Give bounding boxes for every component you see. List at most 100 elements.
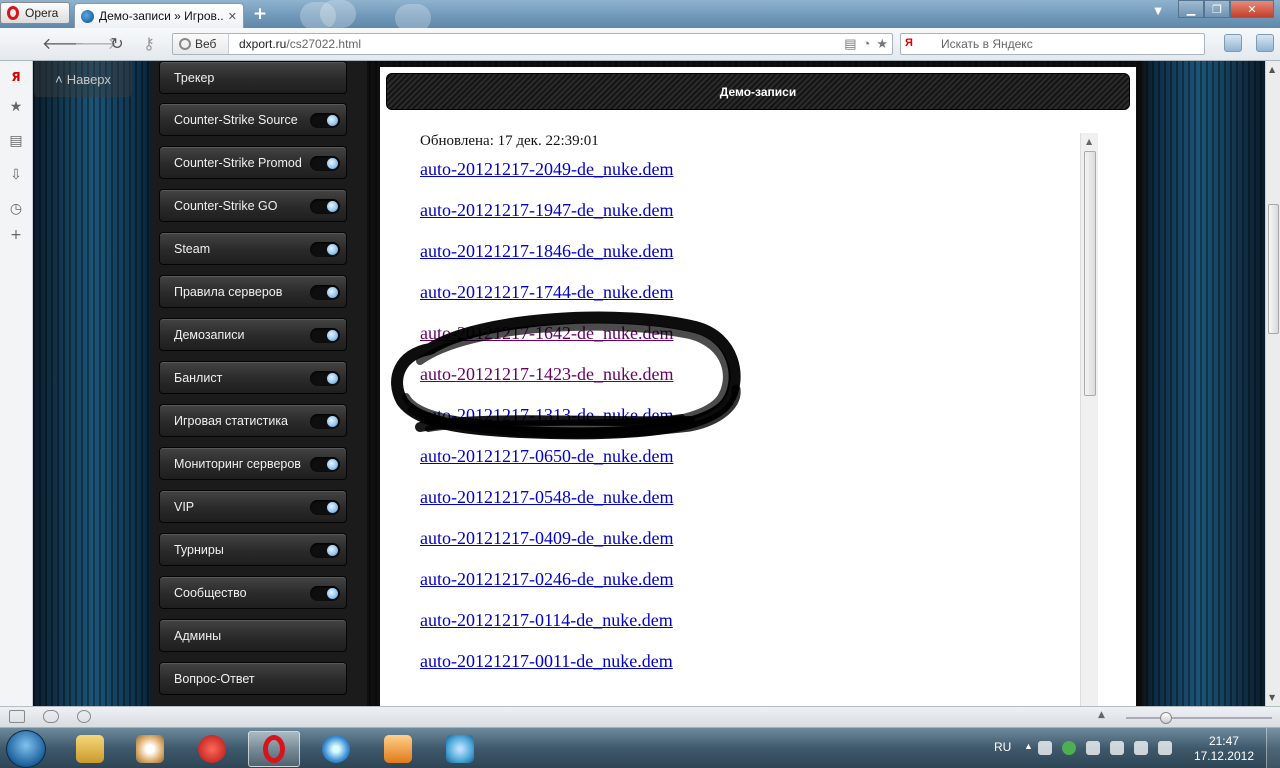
yandex-panel-icon[interactable]: Я [8, 69, 24, 85]
expand-toggle-icon[interactable] [310, 543, 340, 558]
demo-link[interactable]: auto-20121217-0114-de_nuke.dem [420, 608, 673, 649]
demo-link[interactable]: auto-20121217-1744-de_nuke.dem [420, 280, 673, 321]
paint-app[interactable] [124, 731, 176, 767]
menu-item-css[interactable]: Counter-Strike Source [159, 103, 347, 136]
menu-item-faq[interactable]: Вопрос-Ответ [159, 662, 347, 695]
flag-icon[interactable] [1086, 741, 1100, 755]
antivirus-app[interactable] [186, 731, 238, 767]
page-scrollbar-thumb[interactable] [1268, 204, 1279, 334]
url-path: /cs27022.html [286, 37, 362, 51]
expand-toggle-icon[interactable] [310, 371, 340, 386]
page-scrollbar[interactable]: ▲ ▼ [1265, 61, 1280, 706]
key-icon[interactable]: ⚷ [138, 34, 160, 54]
rss-icon[interactable]: ◔ [862, 36, 870, 52]
media-player-app[interactable] [372, 731, 424, 767]
menu-item-demos[interactable]: Демозаписи [159, 318, 347, 351]
notes-icon[interactable]: ▤ [844, 36, 856, 52]
expand-toggle-icon[interactable] [310, 500, 340, 515]
start-button[interactable] [6, 730, 46, 768]
bookmark-star-icon[interactable]: ★ [876, 36, 888, 52]
reload-icon[interactable]: ↻ [106, 34, 128, 54]
notes-panel-icon[interactable]: ▤ [8, 133, 24, 149]
demo-link[interactable]: auto-20121217-1947-de_nuke.dem [420, 198, 673, 239]
opera-app[interactable] [248, 731, 300, 767]
close-window-button[interactable]: ✕ [1230, 0, 1274, 18]
tab-list-chevron-icon[interactable]: ▼ [1154, 6, 1162, 17]
back-arrow-icon[interactable]: 🡐 [42, 34, 85, 54]
expand-toggle-icon[interactable] [310, 328, 340, 343]
scroll-up-arrow-icon[interactable]: ▲ [1086, 137, 1092, 146]
expand-toggle-icon[interactable] [310, 113, 340, 128]
expand-toggle-icon[interactable] [310, 199, 340, 214]
menu-item-cs-promod[interactable]: Counter-Strike Promod [159, 146, 347, 179]
history-clock-icon[interactable]: ◷ [8, 201, 24, 217]
maximize-button[interactable]: ❐ [1204, 0, 1230, 18]
menu-item-steam[interactable]: Steam [159, 232, 347, 265]
menu-item-tracker[interactable]: Трекер [159, 61, 347, 94]
device-tray-icon[interactable] [1134, 741, 1148, 755]
demo-link[interactable]: auto-20121217-0409-de_nuke.dem [420, 526, 673, 567]
expand-toggle-icon[interactable] [310, 586, 340, 601]
volume-icon[interactable] [1158, 741, 1172, 755]
page-title: Демо-записи [386, 73, 1130, 110]
menu-item-cs-go[interactable]: Counter-Strike GO [159, 189, 347, 222]
menu-item-vip[interactable]: VIP [159, 490, 347, 523]
new-tab-button[interactable]: + [250, 5, 270, 23]
show-desktop-button[interactable] [1266, 728, 1280, 768]
demo-link[interactable]: auto-20121217-0650-de_nuke.dem [420, 444, 673, 485]
network-tray-icon[interactable] [1110, 741, 1124, 755]
menu-item-tournaments[interactable]: Турниры [159, 533, 347, 566]
view-options-icon[interactable]: ▲ [1098, 710, 1105, 720]
menu-item-server-rules[interactable]: Правила серверов [159, 275, 347, 308]
address-field[interactable]: Веб dxport.ru/cs27022.html ▤ ◔ ★ [172, 33, 893, 55]
turbo-cloud-icon[interactable] [43, 710, 59, 723]
panel-toggle-icon[interactable] [9, 710, 25, 723]
menu-item-admins[interactable]: Админы [159, 619, 347, 652]
scroll-top-button[interactable]: ˄ Наверх [34, 61, 132, 97]
scroll-down-arrow-icon[interactable]: ▼ [1269, 693, 1275, 702]
demo-link[interactable]: auto-20121217-0246-de_nuke.dem [420, 567, 673, 608]
demo-link-visited[interactable]: auto-20121217-1423-de_nuke.dem [420, 362, 673, 403]
page-panel-icon[interactable] [1224, 34, 1242, 52]
list-scrollbar-thumb[interactable] [1084, 151, 1096, 396]
language-indicator[interactable]: RU [994, 740, 1011, 754]
menu-item-community[interactable]: Сообщество [159, 576, 347, 609]
menu-item-server-monitoring[interactable]: Мониторинг серверов [159, 447, 347, 480]
list-scrollbar[interactable]: ▲ [1080, 133, 1098, 706]
demo-link[interactable]: auto-20121217-1846-de_nuke.dem [420, 239, 673, 280]
browser-app[interactable] [310, 731, 362, 767]
minimize-button[interactable]: ▁ [1178, 0, 1204, 18]
network-app[interactable] [434, 731, 486, 767]
tab-close-icon[interactable]: ✕ [228, 10, 237, 23]
expand-toggle-icon[interactable] [310, 457, 340, 472]
expand-toggle-icon[interactable] [310, 414, 340, 429]
speed-dial-icon[interactable] [77, 710, 91, 723]
yandex-engine-icon[interactable]: Я [905, 37, 931, 51]
explorer-app[interactable] [64, 731, 116, 767]
add-panel-icon[interactable]: + [8, 227, 24, 243]
status-tray-icon[interactable] [1062, 741, 1076, 755]
zoom-slider-knob[interactable] [1160, 712, 1172, 724]
demo-link-visited[interactable]: auto-20121217-1642-de_nuke.dem [420, 321, 673, 362]
downloads-icon[interactable]: ⇩ [8, 167, 24, 183]
scroll-up-arrow-icon[interactable]: ▲ [1269, 65, 1275, 74]
site-info-badge[interactable]: Веб [173, 34, 229, 54]
demo-link[interactable]: auto-20121217-2049-de_nuke.dem [420, 157, 673, 198]
demo-link[interactable]: auto-20121217-1313-de_nuke.dem [420, 403, 673, 444]
zoom-slider[interactable] [1126, 717, 1272, 719]
steam-tray-icon[interactable] [1038, 741, 1052, 755]
expand-toggle-icon[interactable] [310, 285, 340, 300]
mail-icon[interactable] [1256, 34, 1274, 52]
clock[interactable]: 21:47 17.12.2012 [1194, 734, 1254, 764]
menu-item-banlist[interactable]: Банлист [159, 361, 347, 394]
forward-arrow-icon[interactable]: 🡒 [74, 34, 117, 54]
tab-active[interactable]: Демо-записи » Игров... ✕ [74, 3, 244, 28]
menu-item-game-stats[interactable]: Игровая статистика [159, 404, 347, 437]
demo-link[interactable]: auto-20121217-0011-de_nuke.dem [420, 649, 673, 690]
search-field[interactable]: Я Искать в Яндекс [900, 33, 1205, 55]
demo-link[interactable]: auto-20121217-0548-de_nuke.dem [420, 485, 673, 526]
expand-toggle-icon[interactable] [310, 156, 340, 171]
expand-toggle-icon[interactable] [310, 242, 340, 257]
bookmarks-star-icon[interactable]: ★ [8, 99, 24, 115]
opera-menu-button[interactable]: Opera [0, 2, 70, 24]
